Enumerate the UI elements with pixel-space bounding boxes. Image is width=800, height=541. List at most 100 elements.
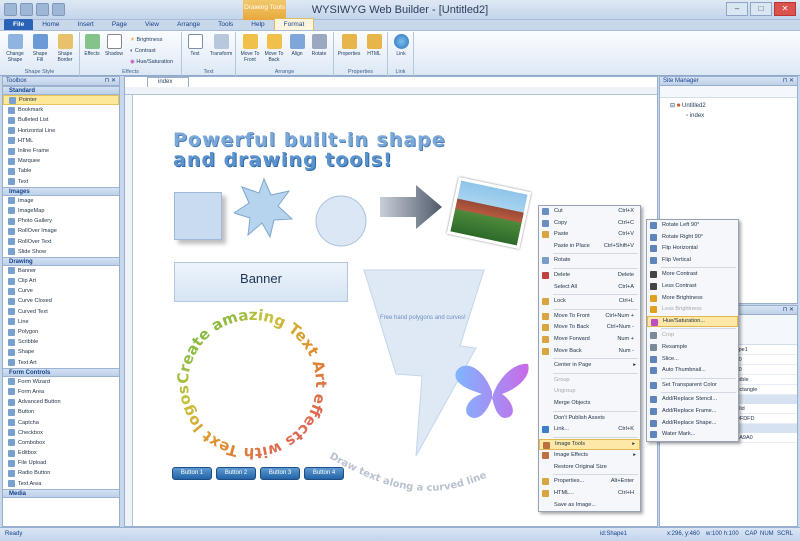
toolbox-item[interactable]: Pointer <box>3 95 119 106</box>
pin-icon[interactable]: ⊓ ✕ <box>105 77 116 86</box>
pin-icon[interactable]: ⊓ ✕ <box>783 306 794 315</box>
submenu-item[interactable]: Flip Vertical <box>647 255 738 267</box>
toolbox-item[interactable]: Scribble <box>3 337 119 347</box>
toolbox-item[interactable]: Text Area <box>3 479 119 489</box>
photo-image[interactable] <box>446 176 532 250</box>
square-shape[interactable] <box>174 192 222 240</box>
align-button[interactable]: Align <box>288 34 306 57</box>
context-menu-item[interactable]: Move To Front Ctrl+Num + <box>539 311 640 323</box>
submenu-item[interactable]: More Contrast <box>647 269 738 281</box>
toolbox-item[interactable]: Marquee <box>3 156 119 166</box>
toolbox-item[interactable]: Text Art <box>3 358 119 368</box>
html-button[interactable]: HTML <box>364 34 384 57</box>
submenu-item[interactable]: Add/Replace Stencil... <box>647 394 738 406</box>
change-shape-button[interactable]: Change Shape <box>4 34 26 63</box>
document-tab[interactable]: index <box>147 77 189 87</box>
tree-page[interactable]: ▫ index <box>670 111 797 121</box>
toolbox-item[interactable]: Banner <box>3 266 119 276</box>
toolbox-category[interactable]: Form Controls <box>3 367 119 377</box>
context-menu-item[interactable]: Cut Ctrl+X <box>539 206 640 218</box>
contrast-button[interactable]: ◐ Contrast <box>130 46 180 57</box>
rotate-button[interactable]: Rotate <box>309 34 329 57</box>
submenu-item[interactable]: Rotate Left 90° <box>647 220 738 232</box>
toolbox-item[interactable]: Curve <box>3 286 119 296</box>
submenu-item[interactable]: Set Transparent Color <box>647 380 738 392</box>
context-menu-item[interactable]: Move Back Num - <box>539 346 640 358</box>
close-button[interactable]: ✕ <box>774 2 796 16</box>
submenu-item[interactable]: Flip Horizontal <box>647 243 738 255</box>
circular-text-art[interactable]: Create amazing Text Art effects with Tex… <box>172 304 332 464</box>
toolbox-item[interactable]: Button <box>3 407 119 417</box>
toolbox-category[interactable]: Images <box>3 186 119 196</box>
context-menu-item[interactable]: Link... Ctrl+K <box>539 424 640 436</box>
toolbox-item[interactable]: ImageMap <box>3 206 119 216</box>
toolbox-item[interactable]: Image <box>3 196 119 206</box>
toolbox-item[interactable]: RollOver Image <box>3 226 119 236</box>
button-3[interactable]: Button 3 <box>260 467 300 480</box>
toolbox-item[interactable]: Clip Art <box>3 276 119 286</box>
tab-arrange[interactable]: Arrange <box>168 19 209 30</box>
context-menu-item[interactable]: Center in Page ▸ <box>539 360 640 372</box>
effects-button[interactable]: Effects <box>83 34 101 57</box>
submenu-item[interactable]: Add/Replace Frame... <box>647 406 738 418</box>
hue-saturation-button[interactable]: ◉ Hue/Saturation <box>130 57 180 68</box>
submenu-item[interactable]: Less Contrast <box>647 281 738 293</box>
context-menu-item[interactable]: Save as Image... <box>539 500 640 512</box>
butterfly-clipart[interactable] <box>452 358 532 422</box>
link-button[interactable]: Link <box>391 34 411 57</box>
submenu-item[interactable]: Slice... <box>647 354 738 366</box>
tab-home[interactable]: Home <box>33 19 68 30</box>
submenu-item[interactable]: Rotate Right 90° <box>647 232 738 244</box>
context-menu-item[interactable]: Image Tools ▸ <box>539 438 640 451</box>
tree-root[interactable]: ⊟ ■ Untitled2 <box>670 101 797 111</box>
toolbox-item[interactable]: Text <box>3 177 119 187</box>
minimize-button[interactable]: – <box>726 2 748 16</box>
context-menu-item[interactable]: Move Forward Num + <box>539 334 640 346</box>
toolbox-item[interactable]: Table <box>3 166 119 176</box>
context-menu-item[interactable]: Paste in Place Ctrl+Shift+V <box>539 241 640 253</box>
submenu-item[interactable]: Less Brightness <box>647 304 738 316</box>
headline-line1[interactable]: Powerful built-in shape <box>173 129 446 151</box>
headline-line2[interactable]: and drawing tools! <box>173 149 393 171</box>
toolbox-item[interactable]: Photo Gallery <box>3 216 119 226</box>
toolbox-category[interactable]: Media <box>3 488 119 498</box>
move-to-back-button[interactable]: Move To Back <box>263 34 285 63</box>
toolbox-item[interactable]: File Upload <box>3 458 119 468</box>
shape-fill-button[interactable]: Shape Fill <box>30 34 50 63</box>
curved-text-line[interactable]: Draw text along a curved line <box>324 428 544 518</box>
context-menu-item[interactable]: Image Effects ▸ <box>539 450 640 462</box>
context-menu-item[interactable]: Copy Ctrl+C <box>539 218 640 230</box>
context-menu-item[interactable]: Don't Publish Assets <box>539 413 640 425</box>
button-2[interactable]: Button 2 <box>216 467 256 480</box>
toolbox-item[interactable]: Bookmark <box>3 105 119 115</box>
context-menu-item[interactable]: Lock Ctrl+L <box>539 296 640 308</box>
shape-border-button[interactable]: Shape Border <box>54 34 76 63</box>
toolbox-item[interactable]: Form Wizard <box>3 377 119 387</box>
tab-help[interactable]: Help <box>242 19 273 30</box>
toolbox-item[interactable]: Radio Button <box>3 468 119 478</box>
toolbox-item[interactable]: Editbox <box>3 448 119 458</box>
context-menu-item[interactable]: HTML... Ctrl+H <box>539 488 640 500</box>
submenu-item[interactable]: Water Mark... <box>647 429 738 441</box>
toolbox-item[interactable]: RollOver Text <box>3 236 119 246</box>
toolbox-item[interactable]: Inline Frame <box>3 146 119 156</box>
toolbox-item[interactable]: Captcha <box>3 417 119 427</box>
toolbox-item[interactable]: Bulleted List <box>3 115 119 125</box>
context-menu-item[interactable]: Delete Delete <box>539 270 640 282</box>
toolbox-item[interactable]: Polygon <box>3 327 119 337</box>
toolbox-item[interactable]: Shape <box>3 347 119 357</box>
brightness-button[interactable]: ☀ Brightness <box>130 35 180 46</box>
star-shape[interactable] <box>234 177 294 239</box>
shadow-button[interactable]: Shadow <box>103 34 125 57</box>
toolbox-item[interactable]: Combobox <box>3 438 119 448</box>
transform-button[interactable]: Transform <box>207 34 235 57</box>
toolbox-item[interactable]: Line <box>3 317 119 327</box>
context-menu-item[interactable]: Select All Ctrl+A <box>539 282 640 294</box>
submenu-item[interactable]: Auto Thumbnail... <box>647 365 738 377</box>
properties-button[interactable]: Properties <box>336 34 362 57</box>
toolbox-category[interactable]: Drawing <box>3 256 119 266</box>
submenu-item[interactable]: Resample <box>647 342 738 354</box>
tab-format[interactable]: Format <box>273 18 315 30</box>
toolbox-category[interactable]: Standard <box>3 86 119 95</box>
toolbox-item[interactable]: Horizontal Line <box>3 126 119 136</box>
